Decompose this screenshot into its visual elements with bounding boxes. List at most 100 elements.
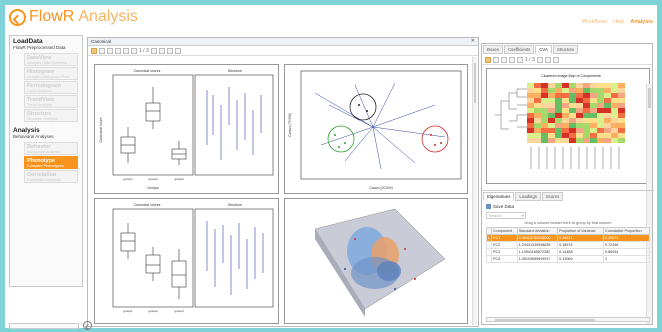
column-header[interactable]: Standard deviation [516, 227, 559, 235]
nav-item-behavior[interactable]: Behavior Behavioral Analysis [24, 142, 78, 155]
heatmap-cell [604, 118, 611, 123]
back-arrow-icon[interactable] [9, 8, 26, 26]
heatmap-cell [562, 133, 569, 138]
heatmap-cell [611, 83, 618, 88]
heatmap-cell [576, 108, 583, 113]
first-page-icon[interactable] [131, 47, 137, 54]
heatmap-cell [618, 108, 625, 113]
heatmap-cell [604, 88, 611, 93]
save-icon[interactable] [99, 47, 105, 54]
search-input[interactable]: Search [486, 212, 526, 219]
heatmap-cell [597, 103, 604, 108]
tab-coefficients[interactable]: Coefficients [503, 45, 535, 54]
heatmap-cell [569, 113, 576, 118]
copy-icon[interactable] [115, 47, 121, 54]
section-analysis-title[interactable]: Analysis [10, 125, 82, 134]
zoom-out-icon[interactable] [166, 47, 173, 54]
heatmap-cell [611, 118, 618, 123]
print-icon[interactable] [107, 47, 113, 54]
heatmap-cell [555, 108, 562, 113]
heatmap-cell [583, 103, 590, 108]
heatmap-cell [534, 123, 541, 128]
column-header[interactable]: Proportion of Variance [557, 227, 605, 235]
back-arrow-icon[interactable] [83, 321, 92, 330]
heatmap-cell [604, 98, 611, 103]
3d-ellipsoid-plot[interactable] [284, 198, 468, 324]
nav-item-structure[interactable]: Structure Structure Analysis [24, 109, 78, 122]
nav-item-correlation[interactable]: Correlation Correlation Analysis [24, 170, 78, 183]
heatmap-cell [534, 88, 541, 93]
tab-structure[interactable]: Structure [552, 45, 579, 54]
heatmap-cell [527, 133, 534, 138]
zoom-out-icon[interactable] [552, 56, 559, 63]
heatmap-cell [569, 138, 576, 143]
bottom-bar [9, 321, 92, 330]
save-icon[interactable] [493, 56, 499, 63]
section-analysis-subtitle: Behavioral Analyses [13, 134, 54, 139]
column-header[interactable]: Cumulative Proportion [603, 227, 650, 235]
layout-icon[interactable] [536, 56, 543, 63]
open-folder-icon[interactable] [91, 47, 97, 54]
tab-cva[interactable]: CVA [535, 45, 552, 54]
print-icon[interactable] [501, 56, 507, 63]
table-cell: PC3 [491, 248, 518, 256]
zoom-menu-icon[interactable] [174, 47, 181, 54]
heatmap-cell [534, 133, 541, 138]
left-panel: LoadData FlowR Preprocessed Data DataVie… [9, 35, 83, 287]
nav-item-sublabel: Trend Analysis [27, 103, 52, 107]
nav-analysis[interactable]: Analysis [630, 19, 653, 25]
nav-item-dataview[interactable]: DataView Analysis Data Overview [24, 53, 78, 66]
section-loaddata-title[interactable]: LoadData [10, 36, 82, 45]
tab-boxes[interactable]: Boxes [483, 45, 503, 54]
close-icon[interactable]: ✕ [471, 38, 475, 44]
refresh-icon[interactable] [123, 47, 129, 54]
heatmap-cell [548, 133, 555, 138]
nav-item-trendview[interactable]: TrendView Trend Analysis [24, 95, 78, 108]
lower-tabs: Eigenvalues Loadings Scores [482, 191, 654, 202]
heatmap-cell [583, 88, 590, 93]
copy-icon[interactable] [509, 56, 515, 63]
bottom-input[interactable] [9, 322, 79, 329]
x-tick-label: group1 [123, 177, 133, 181]
heatmap-cell [611, 133, 618, 138]
tab-loadings[interactable]: Loadings [515, 192, 541, 201]
heatmap-cell [562, 103, 569, 108]
table-horizontal-scrollbar[interactable] [486, 317, 650, 322]
heatmap-cell [569, 88, 576, 93]
refresh-icon[interactable] [517, 56, 523, 63]
tab-scores[interactable]: Scores [541, 192, 564, 201]
heatmap-cell [548, 118, 555, 123]
x-tick-label: group1 [123, 309, 133, 313]
save-icon [486, 204, 491, 209]
logo: FlowR Analysis [9, 8, 138, 26]
nav-help[interactable]: Help [613, 19, 624, 25]
nav-workflows[interactable]: Workflows [582, 19, 607, 25]
table-row[interactable]: PC3 1.10941165572382 0.14488 0.86934 [486, 248, 650, 256]
heatmap-cell [527, 138, 534, 143]
table-row[interactable]: ▸ PC1 2.46413700006000 0.46671 0.46671 [486, 234, 650, 242]
table-row[interactable]: PC4 1.05109655909917 0.13066 1 [486, 255, 650, 263]
nav-item-sublabel: Cycle Analysis [27, 89, 52, 93]
section-loaddata-subtitle: FlowR Preprocessed Data [13, 45, 66, 50]
page-indicator: 1 / 3 [525, 56, 535, 63]
heatmap-cell [583, 123, 590, 128]
column-header[interactable]: Component [491, 227, 518, 235]
x-axis-label: Groups [147, 186, 159, 190]
zoom-in-icon[interactable] [544, 56, 551, 63]
heatmap-cell [541, 98, 548, 103]
center-scrollbar[interactable] [472, 57, 477, 325]
save-data-button[interactable]: Save Data [482, 202, 654, 211]
nav-item-histogram[interactable]: Histogram Analysis Histogram Plots [24, 67, 78, 80]
nav-item-phenotype[interactable]: Phenotype Compare Phenotypes [24, 156, 78, 169]
x-tick-label: group2 [148, 177, 158, 181]
tab-eigenvalues[interactable]: Eigenvalues [483, 192, 515, 201]
heatmap-cell [611, 98, 618, 103]
nav-item-periodogram[interactable]: Periodogram Cycle Analysis [24, 81, 78, 94]
heatmap-cell [590, 108, 597, 113]
open-folder-icon[interactable] [485, 56, 491, 63]
table-row[interactable]: PC2 1.29431335998839 0.18576 0.72446 [486, 241, 650, 249]
zoom-in-icon[interactable] [158, 47, 165, 54]
x-tick-label: group3 [174, 177, 184, 181]
layout-icon[interactable] [150, 47, 157, 54]
heatmap-cell [555, 123, 562, 128]
